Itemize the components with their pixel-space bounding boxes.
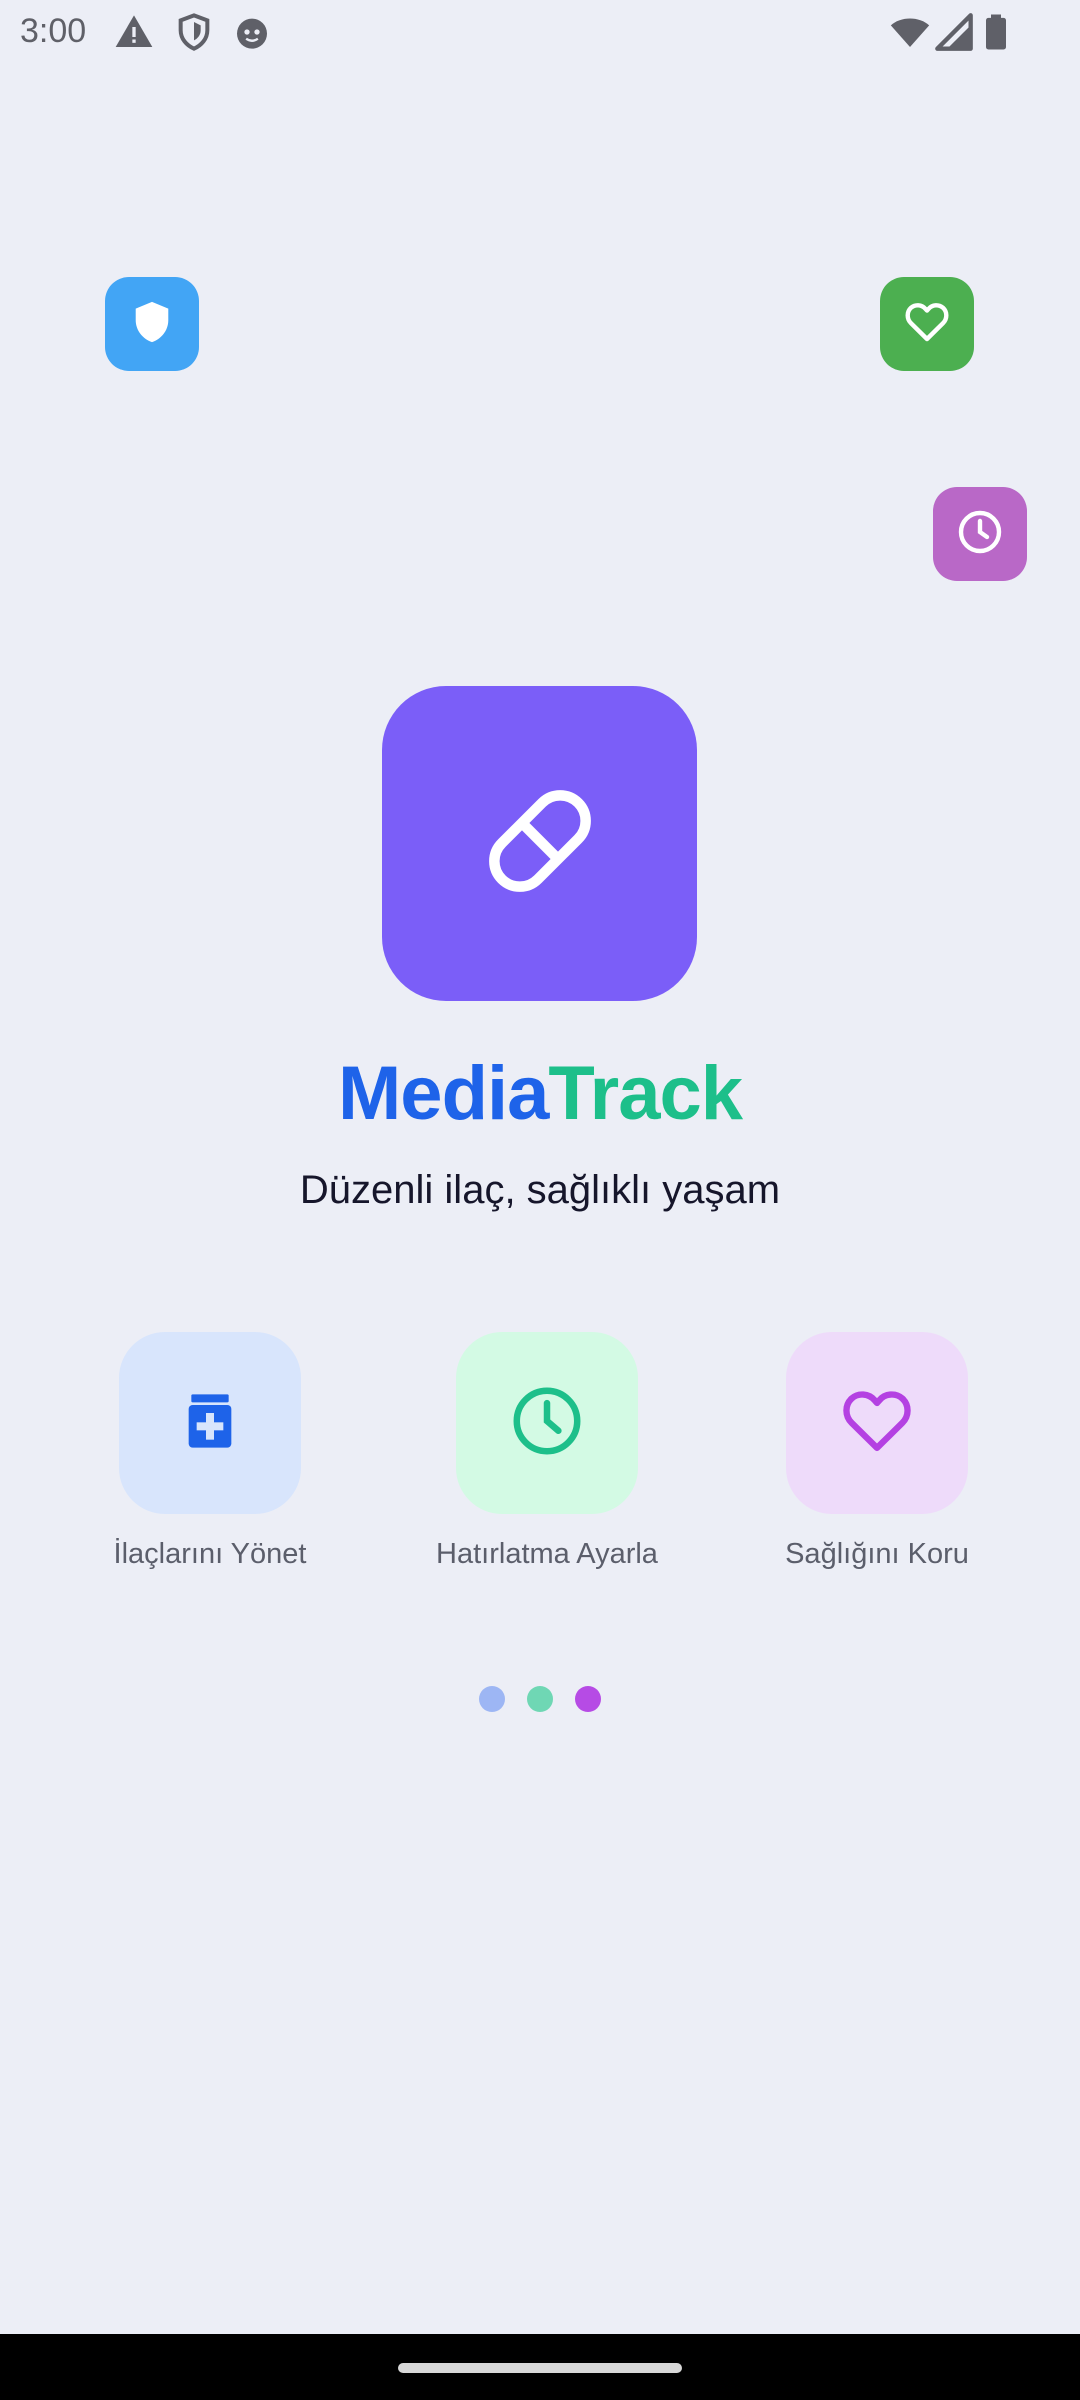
feature-protect-health: Sağlığını Koru: [727, 1332, 1027, 1571]
floating-heart-tile: [880, 277, 974, 371]
app-logo: [382, 686, 697, 1001]
page-dot-3[interactable]: [575, 1686, 601, 1712]
tagline: Düzenli ilaç, sağlıklı yaşam: [299, 1168, 781, 1212]
feature-manage-medicines: İlaçlarını Yönet: [60, 1332, 360, 1571]
feature-label: İlaçlarını Yönet: [113, 1538, 307, 1570]
battery-icon: [976, 12, 1016, 52]
feature-tile-reminder: [456, 1332, 638, 1514]
page-dot-2[interactable]: [527, 1686, 553, 1712]
heart-icon: [839, 1383, 915, 1464]
page-dot-1[interactable]: [479, 1686, 505, 1712]
status-bar: 3:00: [0, 0, 1080, 64]
shield-outline-icon: [174, 12, 214, 52]
clock-icon: [508, 1382, 586, 1465]
pill-icon: [465, 766, 615, 921]
feature-label: Hatırlatma Ayarla: [436, 1538, 658, 1570]
feature-tile-health: [786, 1332, 968, 1514]
app-title-part-track: Track: [548, 1051, 743, 1136]
app-title-part-media: Media: [338, 1051, 549, 1136]
heart-icon: [903, 298, 951, 351]
feature-tile-manage: [119, 1332, 301, 1514]
feature-set-reminder: Hatırlatma Ayarla: [397, 1332, 697, 1571]
app-title: MediaTrack: [0, 1050, 1080, 1137]
signal-icon: [934, 12, 974, 52]
page-indicator: [0, 1686, 1080, 1712]
face-icon: [232, 12, 272, 52]
wifi-icon: [890, 12, 930, 52]
warning-icon: [114, 12, 154, 52]
status-time: 3:00: [20, 12, 87, 50]
floating-shield-tile: [105, 277, 199, 371]
home-gesture-handle[interactable]: [398, 2363, 682, 2373]
clock-icon: [956, 508, 1004, 561]
floating-clock-tile: [933, 487, 1027, 581]
medicine-bottle-icon: [178, 1389, 242, 1458]
feature-label: Sağlığını Koru: [785, 1538, 969, 1570]
shield-icon: [129, 299, 175, 350]
